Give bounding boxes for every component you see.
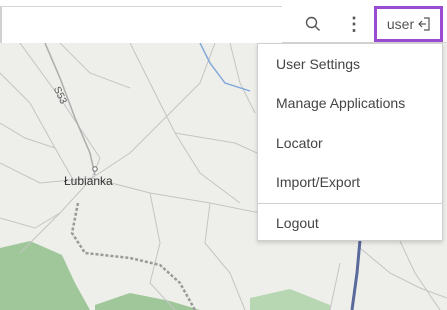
road — [174, 132, 258, 154]
menu-item-import-export[interactable]: Import/Export — [258, 163, 442, 201]
main-road-s53 — [44, 43, 96, 176]
road — [399, 240, 441, 310]
road — [129, 43, 241, 204]
forest-area — [95, 293, 200, 310]
menu-item-manage-applications[interactable]: Manage Applications — [258, 84, 442, 122]
road — [91, 177, 261, 214]
menu-item-label: Manage Applications — [276, 95, 406, 111]
menu-item-user-settings[interactable]: User Settings — [258, 45, 442, 83]
menu-item-label: Logout — [276, 215, 319, 231]
vertical-dots-icon: ⋮ — [345, 14, 363, 34]
road — [0, 212, 61, 229]
menu-item-label: Locator — [276, 135, 323, 151]
menu-item-label: User Settings — [276, 56, 361, 72]
search-field[interactable] — [2, 6, 282, 43]
logout-arrow-icon — [418, 17, 430, 31]
road — [91, 43, 216, 179]
highway — [350, 239, 362, 310]
road — [0, 122, 56, 149]
town-marker — [92, 166, 98, 172]
road — [229, 43, 256, 114]
more-options-button[interactable]: ⋮ — [342, 10, 366, 38]
menu-item-locator[interactable]: Locator — [258, 124, 442, 162]
user-menu-button[interactable]: user — [374, 6, 443, 42]
road-label-s53: S53 — [51, 85, 69, 106]
road — [329, 262, 341, 310]
top-toolbar: ⋮ user — [0, 0, 447, 43]
forest-area — [250, 289, 330, 310]
town-label: Łubianka — [64, 174, 113, 188]
forest-area — [0, 241, 90, 310]
user-dropdown-menu: User Settings Manage Applications Locato… — [257, 43, 443, 241]
search-icon — [305, 16, 320, 31]
road — [59, 43, 131, 89]
river — [199, 43, 251, 92]
road — [204, 202, 246, 310]
user-label: user — [386, 16, 415, 32]
menu-item-logout[interactable]: Logout — [258, 204, 442, 242]
road — [359, 247, 447, 299]
search-button[interactable] — [297, 10, 329, 38]
menu-item-label: Import/Export — [276, 174, 361, 190]
road — [149, 192, 176, 310]
